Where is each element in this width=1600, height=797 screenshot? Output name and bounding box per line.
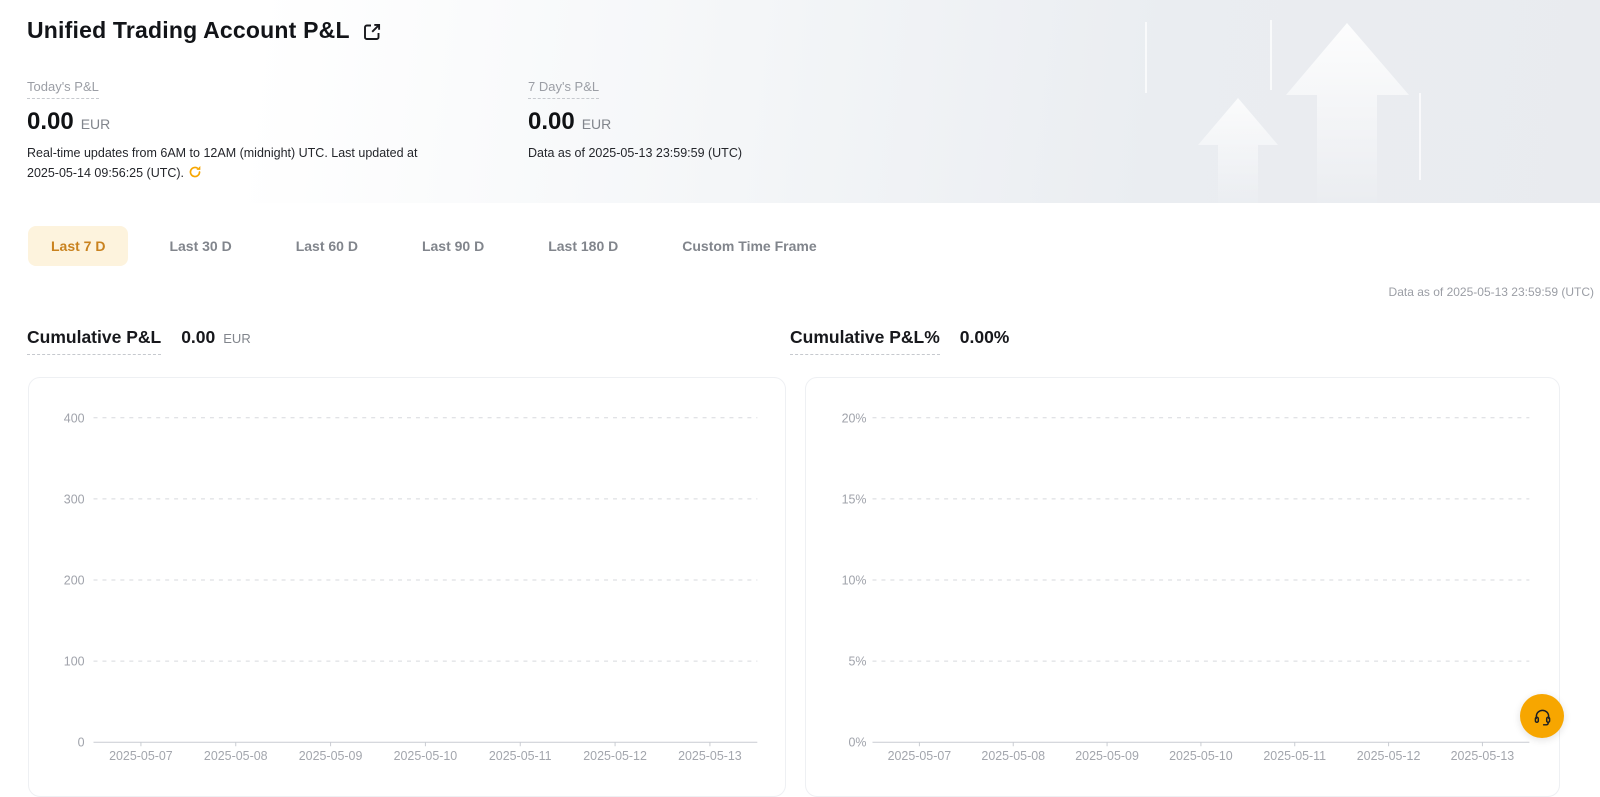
refresh-icon[interactable] [188, 165, 202, 179]
svg-text:2025-05-13: 2025-05-13 [678, 749, 742, 763]
svg-text:400: 400 [64, 411, 85, 425]
svg-text:2025-05-11: 2025-05-11 [1263, 749, 1326, 763]
svg-text:0: 0 [78, 736, 85, 750]
seven-day-pnl-note: Data as of 2025-05-13 23:59:59 (UTC) [528, 143, 742, 163]
svg-text:15%: 15% [842, 492, 867, 506]
svg-text:2025-05-12: 2025-05-12 [1357, 749, 1421, 763]
cumulative-pnl-pct-chart-panel: 20% 15% 10% 5% 0% 2025-05-07 2025-05-08 2025-05… [805, 377, 1560, 797]
page-title: Unified Trading Account P&L [27, 17, 350, 44]
page-header: Unified Trading Account P&L [27, 17, 382, 44]
svg-text:20%: 20% [842, 411, 867, 425]
cumulative-pnl-pct-chart: 20% 15% 10% 5% 0% 2025-05-07 2025-05-08 2025-05… [806, 378, 1559, 796]
tab-last-90d[interactable]: Last 90 D [399, 226, 507, 266]
cumulative-pnl-chart: 400 300 200 100 0 2025-05-07 2025-05-08 2025-05… [29, 378, 785, 796]
seven-day-pnl-label[interactable]: 7 Day's P&L [528, 79, 599, 99]
timeframe-tabs: Last 7 D Last 30 D Last 60 D Last 90 D L… [28, 226, 840, 266]
svg-text:2025-05-10: 2025-05-10 [394, 749, 458, 763]
seven-day-pnl-currency: EUR [582, 116, 612, 132]
todays-pnl-note: Real-time updates from 6AM to 12AM (midn… [27, 143, 447, 183]
svg-text:2025-05-12: 2025-05-12 [583, 749, 647, 763]
svg-text:5%: 5% [849, 655, 867, 669]
data-asof-text: Data as of 2025-05-13 23:59:59 (UTC) [1389, 285, 1594, 299]
svg-text:2025-05-07: 2025-05-07 [888, 749, 952, 763]
tab-last-60d[interactable]: Last 60 D [273, 226, 381, 266]
banner-arrows-graphic [1100, 0, 1600, 203]
tab-custom-time-frame[interactable]: Custom Time Frame [659, 226, 839, 266]
svg-text:2025-05-13: 2025-05-13 [1451, 749, 1515, 763]
svg-text:10%: 10% [842, 574, 867, 588]
seven-day-pnl-value: 0.00 [528, 108, 575, 136]
svg-text:2025-05-07: 2025-05-07 [109, 749, 173, 763]
svg-text:0%: 0% [849, 736, 867, 750]
svg-text:2025-05-08: 2025-05-08 [204, 749, 268, 763]
todays-pnl-note-text: Real-time updates from 6AM to 12AM (midn… [27, 146, 417, 180]
todays-pnl-stat: Today's P&L 0.00 EUR Real-time updates f… [27, 78, 447, 183]
external-link-icon[interactable] [362, 22, 382, 42]
svg-text:2025-05-08: 2025-05-08 [981, 749, 1045, 763]
cumulative-pnl-header: Cumulative P&L 0.00 EUR [27, 327, 251, 355]
cumulative-pnl-title[interactable]: Cumulative P&L [27, 327, 161, 355]
tab-last-7d[interactable]: Last 7 D [28, 226, 128, 266]
svg-text:2025-05-10: 2025-05-10 [1169, 749, 1233, 763]
svg-text:2025-05-09: 2025-05-09 [299, 749, 363, 763]
cumulative-pnl-pct-header: Cumulative P&L% 0.00% [790, 327, 1009, 355]
svg-text:300: 300 [64, 492, 85, 506]
svg-text:2025-05-09: 2025-05-09 [1075, 749, 1139, 763]
svg-text:100: 100 [64, 655, 85, 669]
cumulative-pnl-value: 0.00 [181, 327, 215, 348]
headset-icon [1532, 706, 1553, 727]
cumulative-pnl-unit: EUR [223, 331, 250, 346]
cumulative-pnl-chart-panel: 400 300 200 100 0 2025-05-07 2025-05-08 2025-05… [28, 377, 786, 797]
tab-last-180d[interactable]: Last 180 D [525, 226, 641, 266]
svg-text:2025-05-11: 2025-05-11 [489, 749, 552, 763]
todays-pnl-currency: EUR [81, 116, 111, 132]
cumulative-pnl-pct-value: 0.00% [960, 327, 1010, 348]
svg-text:200: 200 [64, 574, 85, 588]
todays-pnl-label[interactable]: Today's P&L [27, 79, 99, 99]
todays-pnl-value: 0.00 [27, 108, 74, 136]
seven-day-pnl-stat: 7 Day's P&L 0.00 EUR Data as of 2025-05-… [528, 78, 742, 163]
tab-last-30d[interactable]: Last 30 D [146, 226, 254, 266]
cumulative-pnl-pct-title[interactable]: Cumulative P&L% [790, 327, 940, 355]
support-chat-button[interactable] [1520, 694, 1564, 738]
